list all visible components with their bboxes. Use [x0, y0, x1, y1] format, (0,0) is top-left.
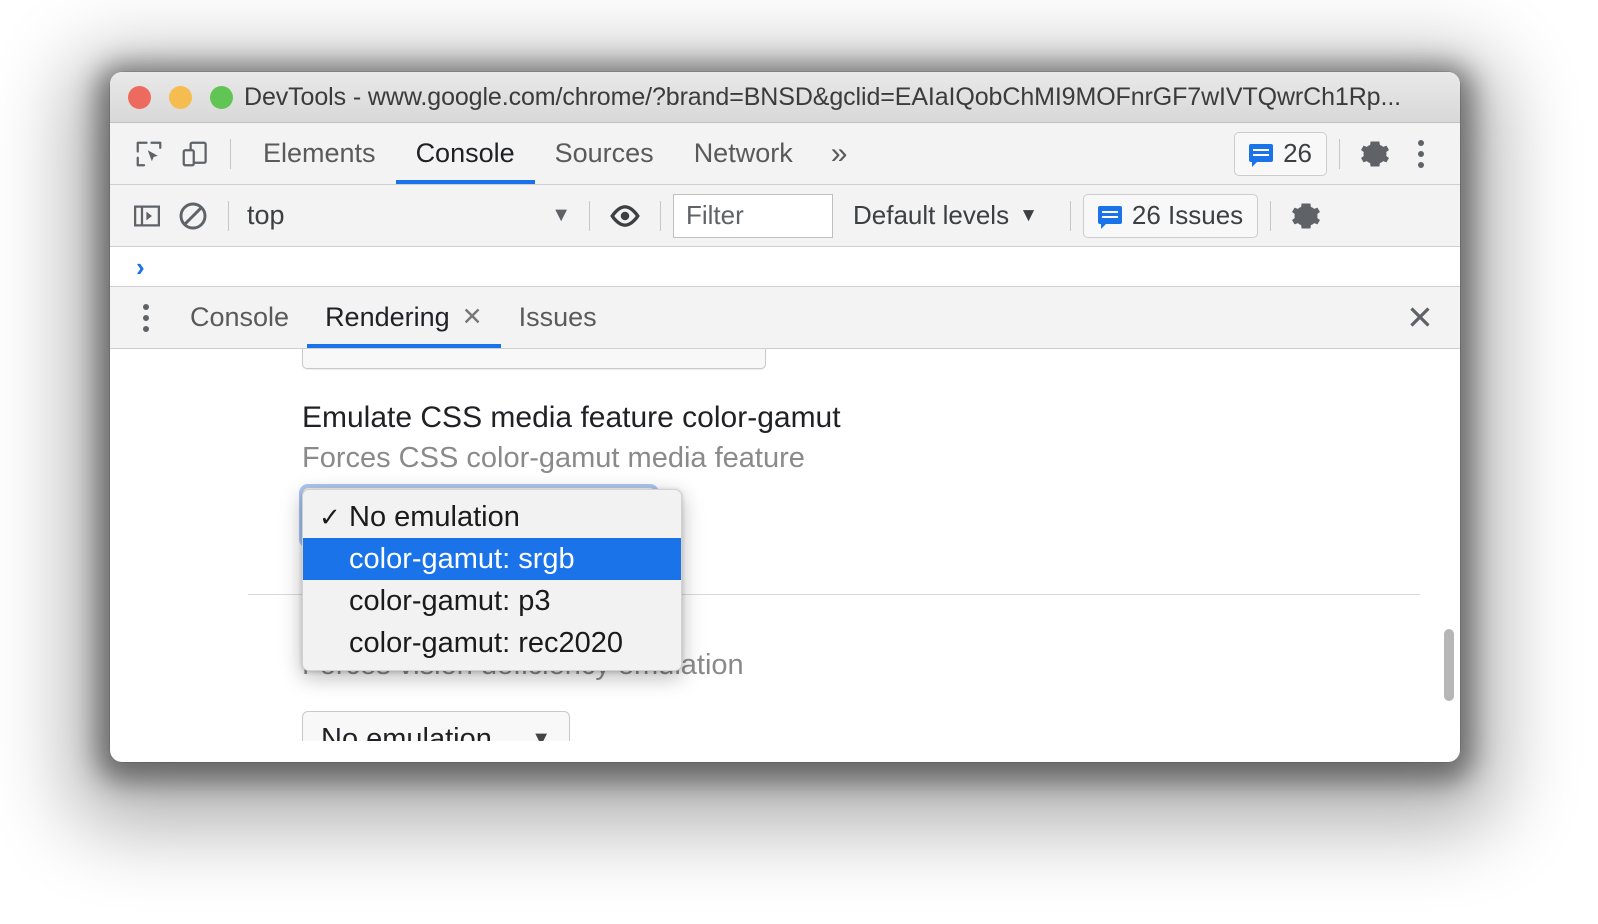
- device-toolbar-icon[interactable]: [172, 131, 218, 177]
- filterbar-divider-1: [228, 200, 229, 231]
- close-icon: ✕: [1406, 299, 1434, 336]
- console-prompt-arrow: ›: [136, 251, 145, 282]
- clear-console-button[interactable]: [170, 193, 216, 239]
- drawer-tab-issues[interactable]: Issues: [501, 287, 615, 348]
- devtools-window: DevTools - www.google.com/chrome/?brand=…: [110, 72, 1460, 762]
- console-sidebar-toggle[interactable]: [124, 193, 170, 239]
- close-icon[interactable]: ✕: [462, 305, 483, 330]
- vision-deficiency-select[interactable]: No emulation ▼: [302, 711, 570, 741]
- traffic-lights: [128, 85, 233, 109]
- color-gamut-setting-subtitle: Forces CSS color-gamut media feature: [302, 442, 805, 474]
- drawer-tab-issues-label: Issues: [518, 302, 597, 332]
- panel-tabs: Elements Console Sources Network »: [243, 123, 865, 184]
- issues-count-label: 26: [1283, 138, 1312, 168]
- execution-context-select[interactable]: top ▼: [241, 200, 577, 231]
- filterbar-divider-5: [1270, 200, 1272, 231]
- console-filter-input[interactable]: Filter: [673, 193, 833, 238]
- drawer-tab-rendering[interactable]: Rendering ✕: [307, 287, 501, 348]
- close-drawer-button[interactable]: ✕: [1396, 287, 1444, 348]
- drawer-tab-bar: Console Rendering ✕ Issues ✕: [110, 287, 1460, 349]
- drawer-tab-console-label: Console: [190, 302, 290, 332]
- device-toolbar-icon-glyph: [182, 141, 207, 166]
- issues-toolbar-button[interactable]: 26 Issues: [1082, 193, 1259, 238]
- main-more-options-button[interactable]: [1398, 131, 1444, 177]
- console-filter-toolbar: top ▼ Filter Default levels ▼ 26 Issues: [110, 185, 1460, 247]
- kebab-dot-3: [1418, 161, 1424, 168]
- window-title: DevTools - www.google.com/chrome/?brand=…: [244, 82, 1402, 111]
- issues-message-icon: [1249, 143, 1274, 167]
- chevron-down-icon: ▼: [531, 727, 551, 742]
- console-prompt-row[interactable]: ›: [110, 247, 1460, 287]
- color-gamut-dropdown-menu: ✓ No emulation color-gamut: srgb color-g…: [302, 489, 682, 671]
- filterbar-divider-3: [660, 200, 661, 231]
- tab-network[interactable]: Network: [674, 123, 813, 184]
- menu-item-color-gamut-p3-label: color-gamut: p3: [349, 584, 551, 617]
- scrolled-off-select[interactable]: [302, 349, 766, 369]
- inspect-element-icon[interactable]: [126, 131, 172, 177]
- eye-icon: [610, 204, 640, 227]
- log-levels-label: Default levels: [853, 200, 1010, 230]
- tab-network-label: Network: [693, 138, 793, 168]
- live-expression-button[interactable]: [602, 193, 648, 239]
- tab-elements-label: Elements: [263, 138, 376, 168]
- log-levels-select[interactable]: Default levels ▼: [833, 200, 1058, 231]
- filterbar-divider-4: [1069, 200, 1071, 231]
- tab-sources[interactable]: Sources: [535, 123, 674, 184]
- toolbar-divider-1: [230, 138, 231, 169]
- close-window-button[interactable]: [128, 85, 151, 109]
- tab-elements[interactable]: Elements: [243, 123, 396, 184]
- rendering-panel: Emulate CSS media feature color-gamut Fo…: [110, 349, 1460, 741]
- console-settings-button[interactable]: [1283, 193, 1329, 239]
- drawer-more-options-button[interactable]: [120, 287, 172, 348]
- maximize-window-button[interactable]: [210, 85, 233, 109]
- drawer-tab-console[interactable]: Console: [172, 287, 307, 348]
- menu-item-color-gamut-srgb[interactable]: color-gamut: srgb: [303, 538, 681, 580]
- gear-icon: [1292, 202, 1321, 229]
- check-icon: ✓: [319, 501, 341, 532]
- issues-message-icon: [1097, 205, 1122, 229]
- filterbar-divider-2: [589, 200, 590, 231]
- menu-item-color-gamut-rec2020[interactable]: color-gamut: rec2020: [303, 622, 681, 664]
- gear-icon: [1361, 140, 1389, 167]
- screenshot-root: DevTools - www.google.com/chrome/?brand=…: [0, 0, 1598, 924]
- kebab-dot-3: [143, 325, 149, 332]
- chevron-down-icon: ▼: [1019, 204, 1038, 226]
- kebab-dot-1: [1418, 139, 1424, 146]
- clear-console-icon: [179, 202, 207, 229]
- menu-item-no-emulation-label: No emulation: [349, 500, 520, 533]
- more-tabs-glyph: »: [830, 136, 848, 170]
- kebab-dot-2: [1418, 150, 1424, 157]
- issues-toolbar-label: 26 Issues: [1131, 200, 1244, 230]
- main-toolbar: Elements Console Sources Network » 26: [110, 123, 1460, 185]
- settings-gear-button[interactable]: [1352, 131, 1398, 177]
- chevron-down-icon: ▼: [551, 204, 571, 226]
- menu-item-color-gamut-srgb-label: color-gamut: srgb: [349, 542, 575, 575]
- more-tabs-icon[interactable]: »: [813, 123, 866, 184]
- minimize-window-button[interactable]: [169, 85, 192, 109]
- console-sidebar-icon: [134, 205, 160, 226]
- menu-item-no-emulation[interactable]: ✓ No emulation: [303, 496, 681, 538]
- kebab-dot-2: [143, 314, 149, 321]
- tab-console-label: Console: [415, 138, 515, 168]
- toolbar-divider-2: [1339, 138, 1340, 169]
- inspect-element-icon-glyph: [136, 141, 162, 166]
- issues-counter-button[interactable]: 26: [1234, 131, 1327, 176]
- rendering-panel-scrollbar[interactable]: [1442, 349, 1456, 741]
- tab-console[interactable]: Console: [395, 123, 535, 184]
- menu-item-color-gamut-p3[interactable]: color-gamut: p3: [303, 580, 681, 622]
- scrollbar-thumb[interactable]: [1444, 629, 1454, 701]
- color-gamut-setting-title: Emulate CSS media feature color-gamut: [302, 401, 841, 434]
- titlebar: DevTools - www.google.com/chrome/?brand=…: [110, 72, 1460, 123]
- vision-deficiency-value: No emulation: [321, 722, 492, 742]
- execution-context-value: top: [247, 200, 285, 230]
- drawer-tab-rendering-label: Rendering: [325, 302, 450, 332]
- kebab-dot-1: [143, 303, 149, 310]
- menu-item-color-gamut-rec2020-label: color-gamut: rec2020: [349, 626, 624, 659]
- console-filter-placeholder: Filter: [686, 200, 744, 230]
- tab-sources-label: Sources: [554, 138, 654, 168]
